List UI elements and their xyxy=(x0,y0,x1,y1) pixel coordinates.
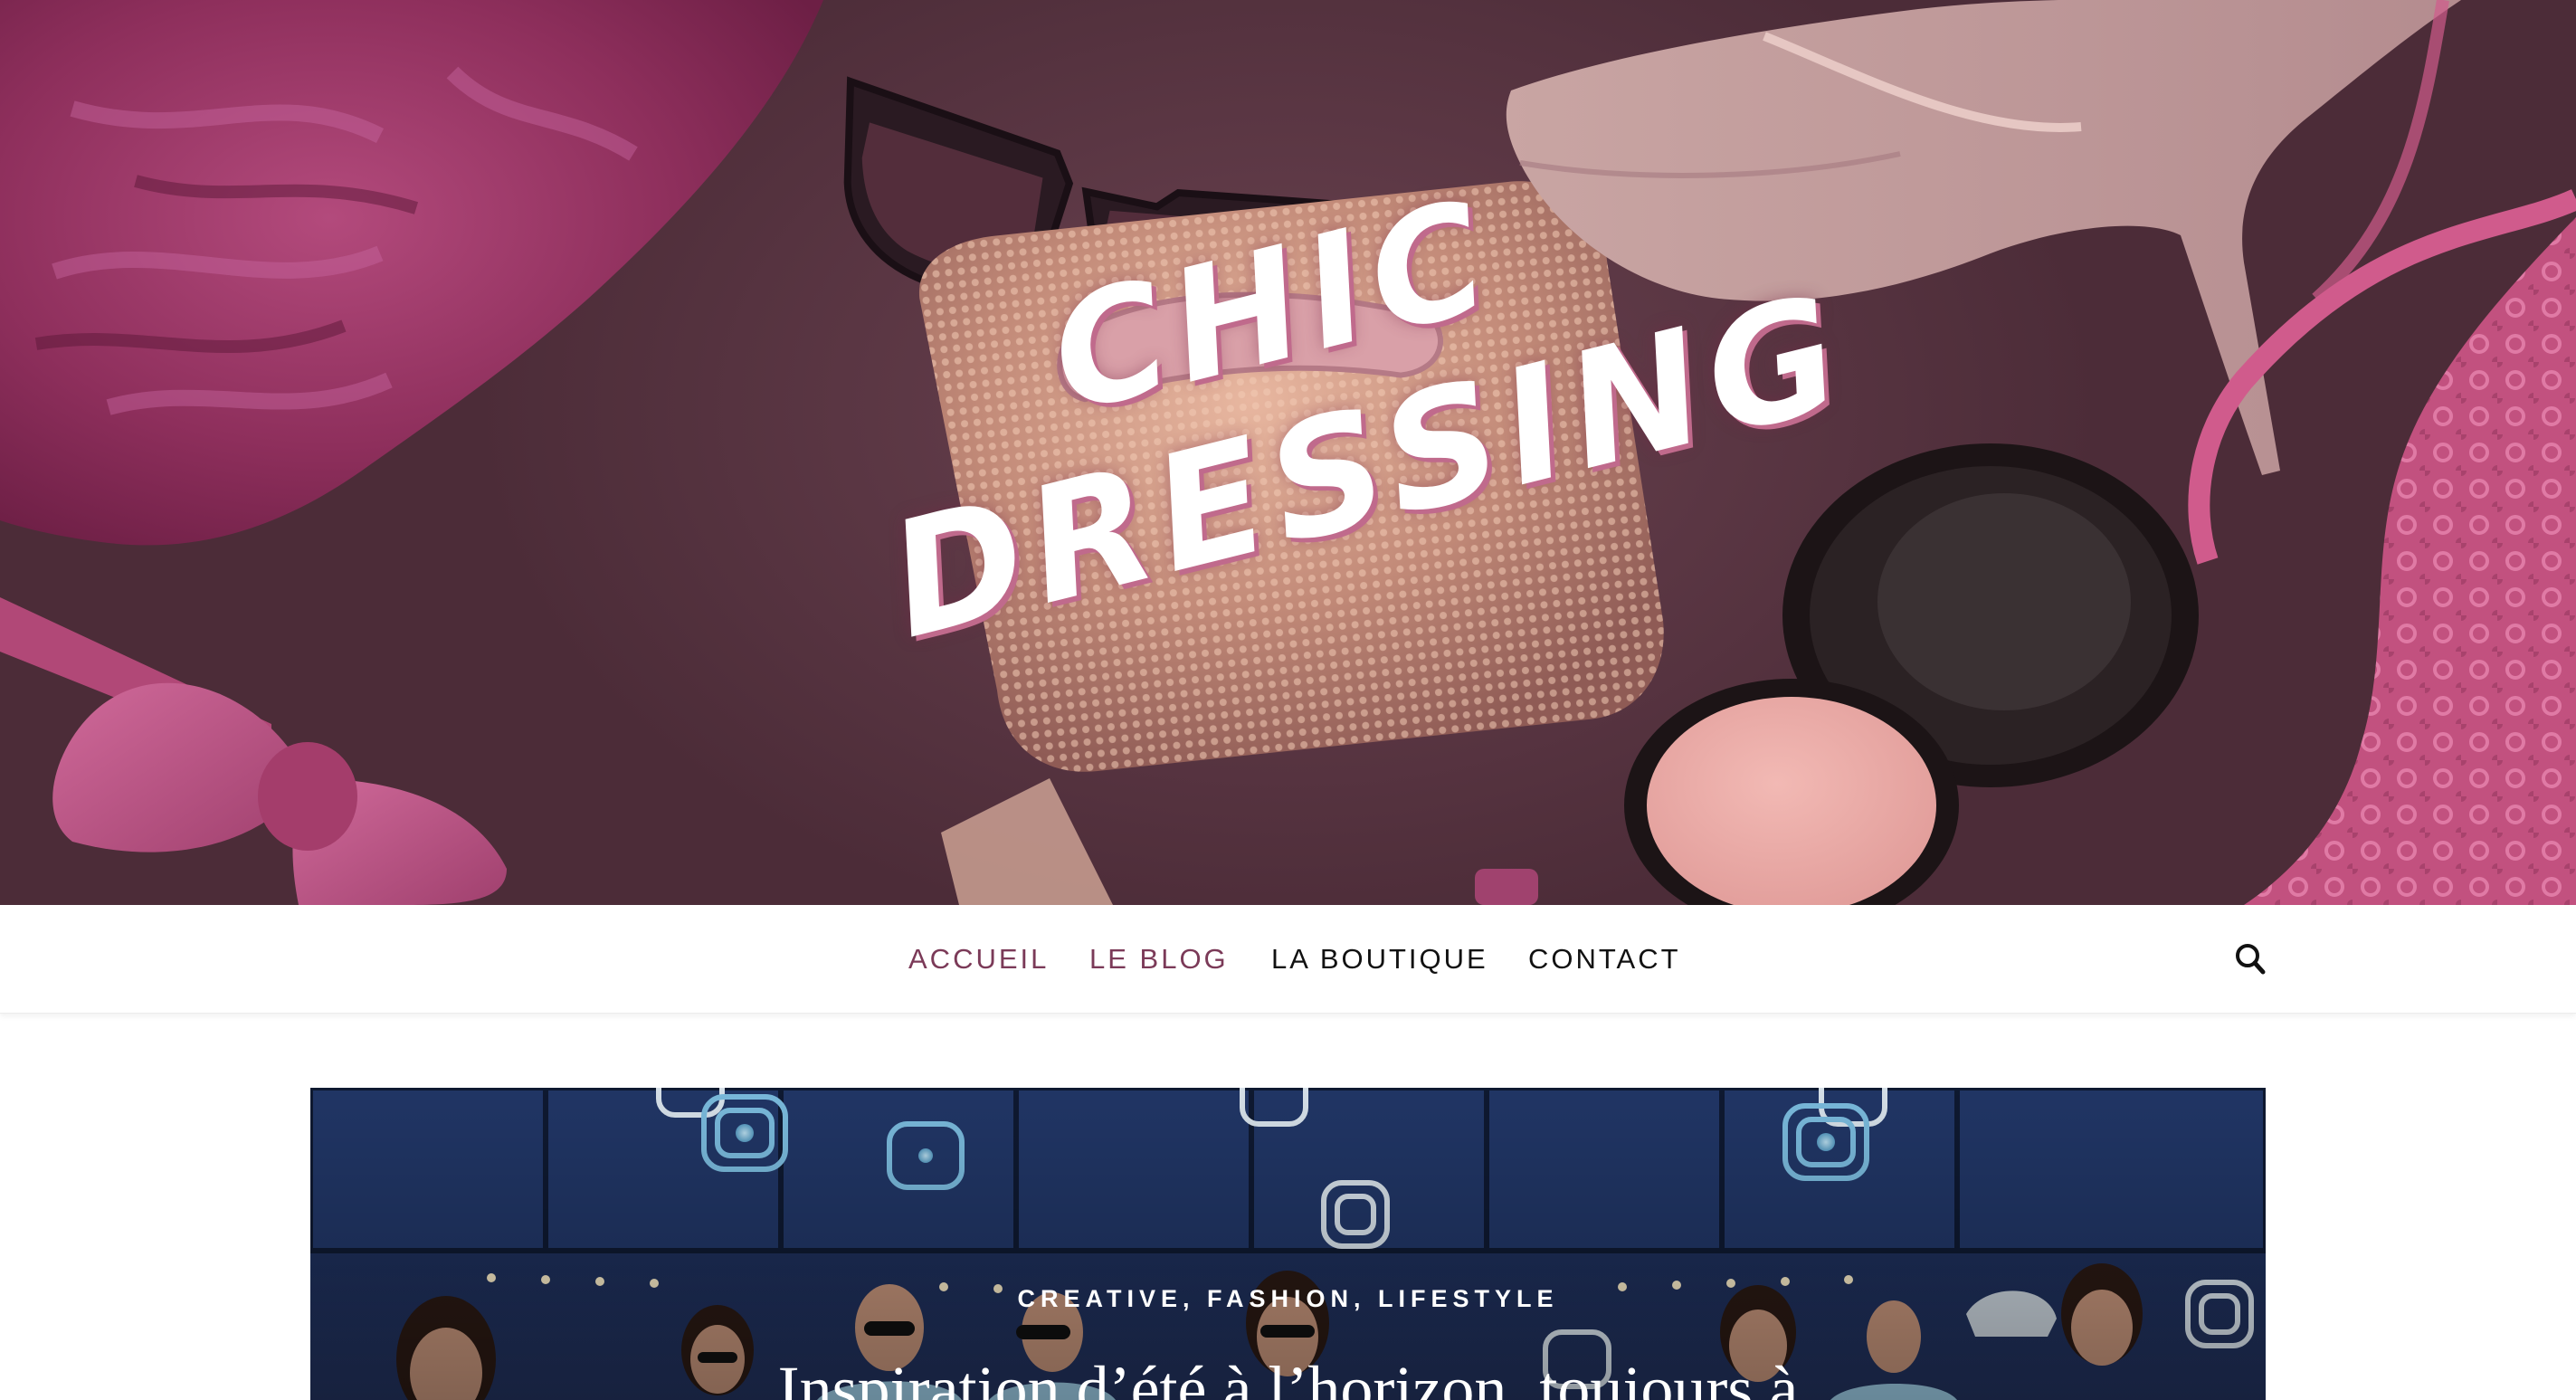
search-button[interactable] xyxy=(2233,939,2269,979)
featured-post-card[interactable]: CREATIVE, FASHION, LIFESTYLE Inspiration… xyxy=(310,1088,2266,1400)
hero-banner: CHIC DRESSING xyxy=(0,0,2576,905)
nav-item-contact[interactable]: CONTACT xyxy=(1528,943,1681,976)
nav-item-le-blog[interactable]: LE BLOG xyxy=(1089,943,1229,976)
nav-item-la-boutique[interactable]: LA BOUTIQUE xyxy=(1271,943,1488,976)
main-navigation: ACCUEIL LE BLOG LA BOUTIQUE CONTACT xyxy=(0,905,2576,1014)
post-title[interactable]: Inspiration d’été à l’horizon, toujours … xyxy=(310,1352,2266,1400)
nav-item-accueil[interactable]: ACCUEIL xyxy=(908,943,1049,976)
nav-menu: ACCUEIL LE BLOG LA BOUTIQUE CONTACT xyxy=(0,905,2576,1014)
search-icon xyxy=(2236,944,2266,975)
post-categories[interactable]: CREATIVE, FASHION, LIFESTYLE xyxy=(310,1285,2266,1313)
